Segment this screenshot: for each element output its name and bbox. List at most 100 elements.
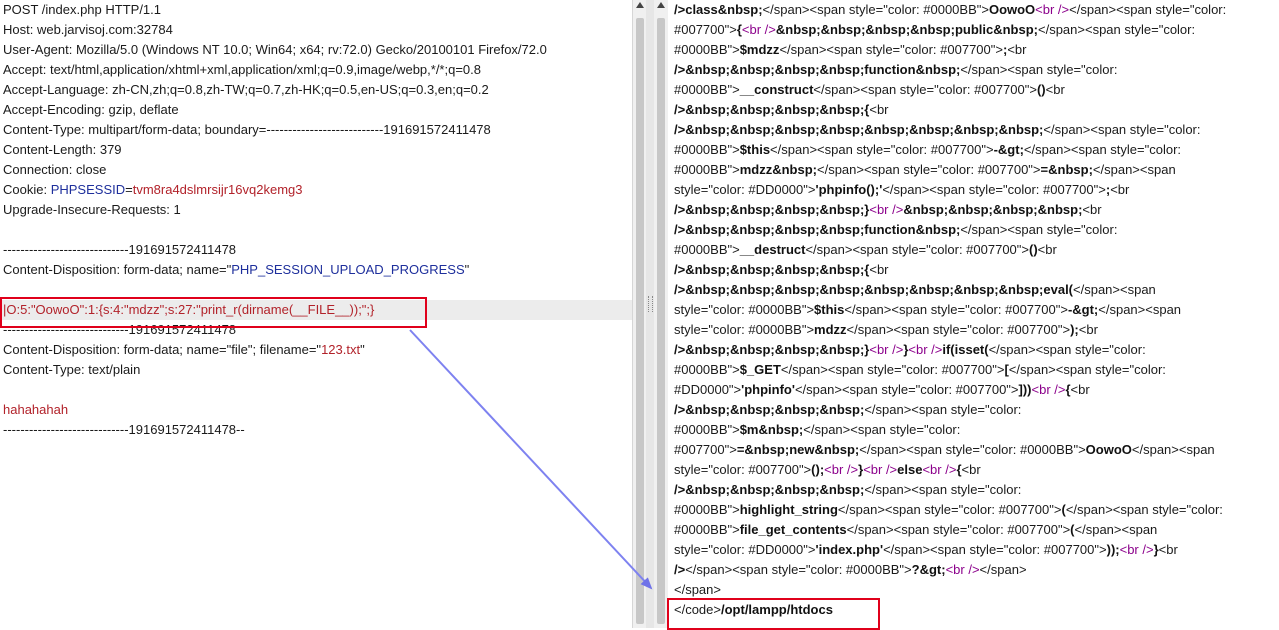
code-token: class&nbsp; (685, 2, 763, 17)
code-token: <br /> (869, 202, 904, 217)
code-token: /> (674, 262, 686, 277)
code-token: -&gt; (1067, 302, 1099, 317)
code-token: <br (1037, 242, 1057, 257)
code-token: &nbsp;&nbsp;&nbsp;&nbsp; (685, 482, 865, 497)
cookie-eq: = (125, 182, 133, 197)
scroll-up-arrow-icon[interactable] (657, 2, 665, 8)
response-line: />&nbsp;&nbsp;&nbsp;&nbsp;}<br />&nbsp;&… (668, 200, 1279, 220)
scroll-thumb[interactable] (657, 18, 665, 624)
code-token: &nbsp;&nbsp;&nbsp;&nbsp;public&nbsp; (775, 22, 1038, 37)
code-token: <br (961, 462, 981, 477)
cookie-value: tvm8ra4dslmrsijr16vq2kemg3 (132, 182, 303, 197)
response-line: #0000BB">__destruct</span><span style="c… (668, 240, 1279, 260)
code-token: </span><span style="color: #007700"> (779, 42, 1003, 57)
request-line: POST /index.php HTTP/1.1 (3, 2, 161, 17)
code-token: </span><span style="color: (864, 402, 1022, 417)
code-token: else (897, 462, 923, 477)
code-token: &nbsp;&nbsp;&nbsp;&nbsp;} (685, 202, 870, 217)
code-token: -&gt; (993, 142, 1024, 157)
code-token: </span><span style="color: #007700"> (837, 502, 1062, 517)
file-name: 123.txt (321, 342, 361, 357)
code-token: OowoO (1085, 442, 1132, 457)
response-line: #DD0000">'phpinfo'</span><span style="co… (668, 380, 1279, 400)
code-token: /> (674, 2, 686, 17)
response-line: style="color: #0000BB">$this</span><span… (668, 300, 1279, 320)
code-token: &nbsp;&nbsp;&nbsp;&nbsp;} (685, 342, 870, 357)
upgrade-insecure-header: Upgrade-Insecure-Requests: 1 (3, 202, 181, 217)
code-token: </span><span style="color: #0000BB"> (859, 442, 1086, 457)
content-type-header: Content-Type: multipart/form-data; bound… (3, 122, 491, 137)
code-token: </span><span style="color: (960, 62, 1118, 77)
code-token: </span> (979, 562, 1027, 577)
request-scrollbar[interactable] (632, 0, 647, 628)
response-line: />&nbsp;&nbsp;&nbsp;&nbsp;</span><span s… (668, 400, 1279, 420)
code-token: <br (1110, 182, 1130, 197)
splitter-grip-icon (648, 296, 653, 312)
connection-header: Connection: close (3, 162, 107, 177)
response-line: style="color: #DD0000">'phpinfo();'</spa… (668, 180, 1279, 200)
request-editor[interactable]: POST /index.php HTTP/1.1 Host: web.jarvi… (0, 0, 632, 628)
code-token: </span><span style="color: (1043, 122, 1201, 137)
code-token: </span><span style="color: #007700"> (780, 362, 1005, 377)
code-token: </span><span style="color: #007700"> (805, 242, 1029, 257)
code-token: $this (739, 142, 771, 157)
code-token: =&nbsp; (1040, 162, 1093, 177)
cookie-prefix: Cookie: (3, 182, 51, 197)
scroll-up-arrow-icon[interactable] (636, 2, 644, 8)
code-token: &nbsp;&nbsp;&nbsp;&nbsp;{ (685, 102, 870, 117)
code-token: &nbsp;&nbsp;&nbsp;&nbsp; (903, 202, 1083, 217)
code-token: <br (1007, 42, 1027, 57)
code-token: <br /> (922, 462, 957, 477)
code-token: </span><span style="color: #007700"> (770, 142, 994, 157)
code-token: /> (674, 62, 686, 77)
response-line: #007700">{<br />&nbsp;&nbsp;&nbsp;&nbsp;… (668, 20, 1279, 40)
code-token: <br (1078, 322, 1098, 337)
code-token: </span><span style="color: #0000BB"> (762, 2, 989, 17)
code-token: <br /> (869, 342, 904, 357)
code-token: <br /> (1119, 542, 1154, 557)
code-token: </span><span style="color: (1008, 362, 1166, 377)
pane-splitter[interactable] (646, 0, 654, 628)
content-length-header: Content-Length: 379 (3, 142, 122, 157)
code-token: </span><span style="color: (864, 482, 1022, 497)
code-token: </span><span style="color: (1023, 142, 1182, 157)
code-token: __construct (739, 82, 814, 97)
response-scrollbar[interactable] (654, 0, 669, 628)
code-token: </span><span (1073, 282, 1156, 297)
code-token: </code> (674, 602, 721, 617)
code-token: </span><span (1074, 522, 1158, 537)
code-token: $_GET (739, 362, 781, 377)
file-suffix: " (360, 342, 365, 357)
response-line: #007700">=&nbsp;new&nbsp;</span><span st… (668, 440, 1279, 460)
code-token: mdzz&nbsp; (739, 162, 817, 177)
code-token: <br (1158, 542, 1178, 557)
code-token: 'phpinfo' (741, 382, 795, 397)
scroll-thumb[interactable] (636, 18, 644, 624)
code-token: =&nbsp;new&nbsp; (736, 442, 860, 457)
code-token: mdzz (814, 322, 847, 337)
cookie-name: PHPSESSID (50, 182, 126, 197)
code-token: style="color: #DD0000"> (674, 182, 816, 197)
code-token: &nbsp;&nbsp;&nbsp;&nbsp; (685, 402, 865, 417)
response-line: style="color: #0000BB">mdzz</span><span … (668, 320, 1279, 340)
response-line: style="color: #007700">();<br />}<br />e… (668, 460, 1279, 480)
code-token: </span><span style="color: (988, 342, 1146, 357)
code-token: () (1029, 242, 1038, 257)
response-line: /></span><span style="color: #0000BB">?&… (668, 560, 1279, 580)
response-line: />&nbsp;&nbsp;&nbsp;&nbsp;{<br (668, 260, 1279, 280)
code-token: ); (1070, 322, 1079, 337)
code-token: /> (674, 102, 686, 117)
serialized-payload: |O:5:"OowoO":1:{s:4:"mdzz";s:27:"print_r… (0, 300, 632, 320)
file-content-type: Content-Type: text/plain (3, 362, 141, 377)
code-token: highlight_string (739, 502, 838, 517)
code-token: </span><span style="color: #0000BB"> (685, 562, 912, 577)
code-token: </span><span style="color: (960, 222, 1118, 237)
code-token: /> (674, 562, 686, 577)
code-token: </span><span style="color: #007700"> (882, 182, 1106, 197)
code-token: #0000BB"> (674, 142, 740, 157)
code-token: <br /> (1031, 382, 1066, 397)
code-token: <br /> (741, 22, 776, 37)
response-viewer[interactable]: />class&nbsp;</span><span style="color: … (668, 0, 1279, 628)
